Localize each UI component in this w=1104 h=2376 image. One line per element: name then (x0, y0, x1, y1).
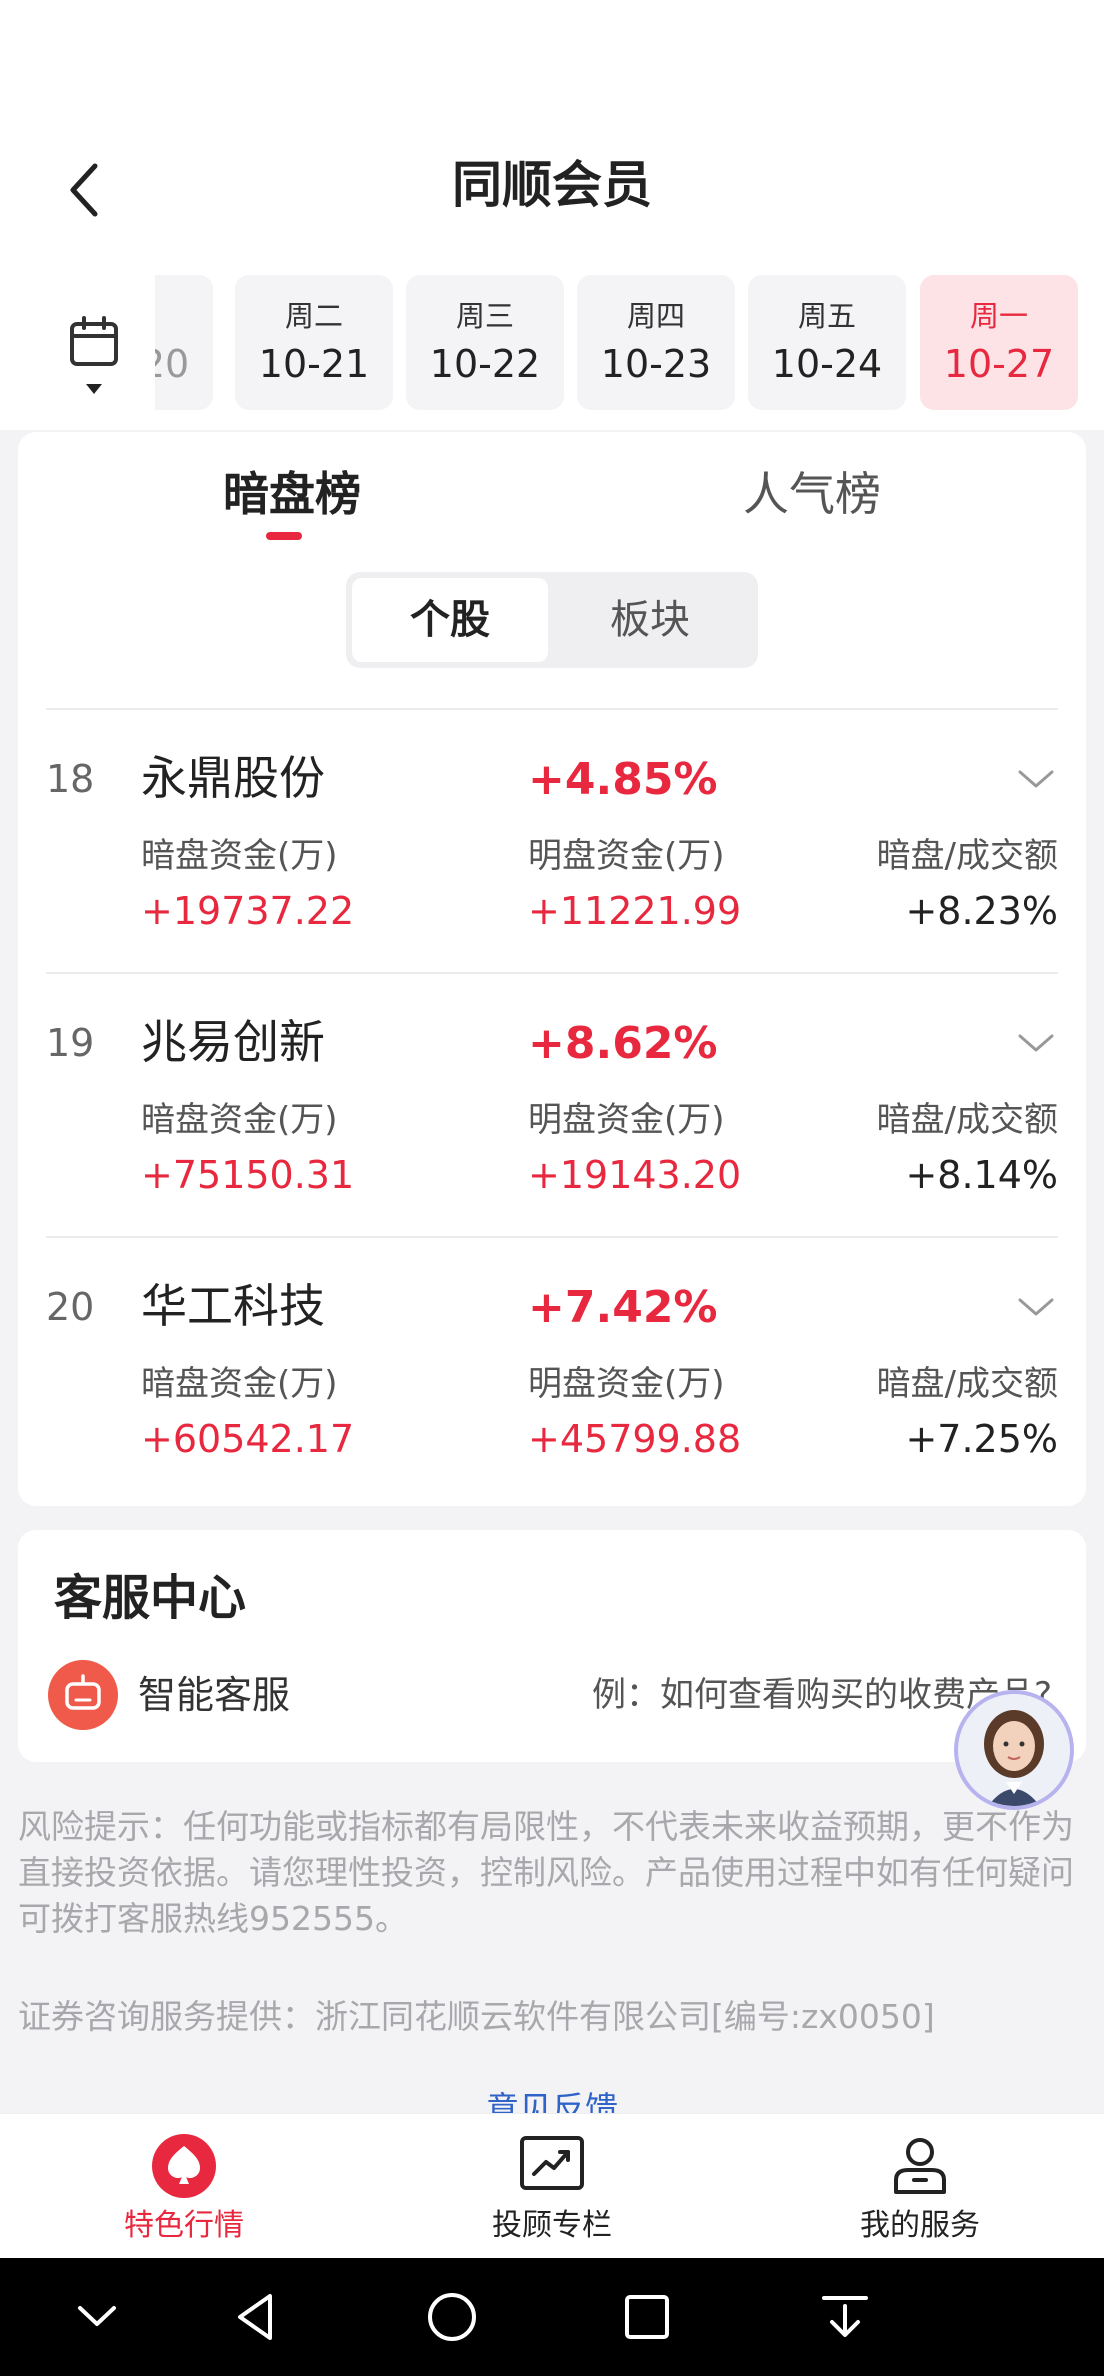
tab-label: 我的服务 (860, 2208, 980, 2243)
ratio-value: +7.25% (905, 1417, 1058, 1461)
active-tab-indicator (266, 532, 302, 540)
ratio-value: +8.14% (905, 1153, 1058, 1197)
market-icon (152, 2134, 216, 2198)
home-circle-icon[interactable] (417, 2282, 487, 2352)
lit-fund-label: 明盘资金(万) (528, 1364, 725, 1404)
date-weekday: 周一 (969, 299, 1028, 333)
stock-row[interactable]: 20 华工科技 +7.42% 暗盘资金(万) 明盘资金(万) 暗盘/成交额 +6… (46, 1236, 1058, 1500)
tab-popularity[interactable]: 人气榜 (743, 462, 881, 526)
lit-fund-value: +19143.20 (528, 1153, 742, 1197)
date-item-10-27[interactable]: 周一 10-27 (920, 275, 1078, 410)
tab-label: 特色行情 (124, 2208, 244, 2243)
ratio-label: 暗盘/成交额 (876, 1100, 1058, 1140)
rank-number: 20 (46, 1285, 95, 1329)
date-day: 10-21 (258, 342, 370, 386)
chevron-down-icon[interactable] (1016, 1024, 1056, 1064)
notification-pull-icon[interactable] (810, 2282, 880, 2352)
lit-fund-value: +45799.88 (528, 1417, 742, 1461)
stock-name: 永鼎股份 (141, 751, 325, 805)
segment-stock[interactable]: 个股 (352, 578, 548, 662)
date-day: 10-20 (155, 342, 190, 386)
stock-row[interactable]: 19 兆易创新 +8.62% 暗盘资金(万) 明盘资金(万) 暗盘/成交额 +7… (46, 972, 1058, 1236)
date-weekday: 周五 (797, 299, 856, 333)
date-weekday: 周四 (626, 299, 685, 333)
user-service-icon (894, 2138, 946, 2194)
customer-service-card: 客服中心 智能客服 例：如何查看购买的收费产品? (18, 1530, 1086, 1762)
ratio-value: +8.23% (905, 889, 1058, 933)
date-item-10-20[interactable]: 一 10-20 (155, 275, 213, 410)
date-day: 10-24 (771, 342, 883, 386)
lit-fund-label: 明盘资金(万) (528, 1100, 725, 1140)
ratio-label: 暗盘/成交额 (876, 836, 1058, 876)
risk-disclaimer: 风险提示：任何功能或指标都有局限性，不代表未来收益预期，更不作为直接投资依据。请… (18, 1807, 1074, 1938)
header: 同顺会员 (0, 130, 1104, 250)
bottom-tab-bar: 特色行情 投顾专栏 我的服务 (0, 2113, 1104, 2258)
date-day: 10-23 (600, 342, 712, 386)
calendar-icon (70, 316, 118, 394)
date-item-10-23[interactable]: 周四 10-23 (577, 275, 735, 410)
change-percent: +4.85% (528, 754, 718, 805)
change-percent: +8.62% (528, 1018, 718, 1069)
stock-name: 华工科技 (141, 1279, 325, 1333)
date-strip[interactable]: 一 10-20 周二 10-21 周三 10-22 周四 10-23 周五 10… (155, 275, 1104, 410)
segment-control: 个股 板块 (346, 572, 758, 668)
chevron-down-icon[interactable] (1016, 760, 1056, 800)
system-nav-bar (0, 2258, 1104, 2376)
stock-row[interactable]: 18 永鼎股份 +4.85% 暗盘资金(万) 明盘资金(万) 暗盘/成交额 +1… (46, 708, 1058, 972)
dark-fund-label: 暗盘资金(万) (141, 1100, 338, 1140)
date-weekday: 一 (155, 299, 213, 333)
chart-trend-icon (520, 2136, 584, 2190)
tab-my-service[interactable]: 我的服务 (736, 2114, 1104, 2259)
recents-square-icon[interactable] (612, 2282, 682, 2352)
rank-number: 19 (46, 1021, 95, 1065)
date-day: 10-22 (429, 342, 541, 386)
tab-market[interactable]: 特色行情 (0, 2114, 368, 2259)
stock-name: 兆易创新 (141, 1015, 325, 1069)
tab-label: 投顾专栏 (492, 2208, 612, 2243)
service-title: 客服中心 (54, 1570, 247, 1626)
change-percent: +7.42% (528, 1282, 718, 1333)
date-item-10-24[interactable]: 周五 10-24 (748, 275, 906, 410)
dark-fund-value: +19737.22 (141, 889, 355, 933)
collapse-icon[interactable] (62, 2282, 132, 2352)
calendar-button[interactable] (60, 310, 130, 410)
ratio-label: 暗盘/成交额 (876, 1364, 1058, 1404)
ranking-card: 暗盘榜 人气榜 个股 板块 18 永鼎股份 +4.85% 暗盘资金(万) 明盘资… (18, 432, 1086, 1506)
dark-fund-label: 暗盘资金(万) (141, 1364, 338, 1404)
tab-dark-pool[interactable]: 暗盘榜 (223, 462, 361, 526)
date-selector: 一 10-20 周二 10-21 周三 10-22 周四 10-23 周五 10… (0, 250, 1104, 430)
page-title: 同顺会员 (452, 156, 652, 214)
back-triangle-icon[interactable] (222, 2282, 292, 2352)
tab-advisor-column[interactable]: 投顾专栏 (368, 2114, 736, 2259)
date-weekday: 周二 (284, 299, 343, 333)
rank-number: 18 (46, 757, 95, 801)
date-day: 10-27 (943, 342, 1055, 386)
status-bar (0, 0, 1104, 130)
dark-fund-value: +75150.31 (141, 1153, 355, 1197)
dark-fund-label: 暗盘资金(万) (141, 836, 338, 876)
segment-sector[interactable]: 板块 (552, 578, 748, 662)
lit-fund-value: +11221.99 (528, 889, 742, 933)
chevron-down-icon[interactable] (1016, 1288, 1056, 1328)
date-item-10-21[interactable]: 周二 10-21 (235, 275, 393, 410)
provider-info: 证券咨询服务提供：浙江同花顺云软件有限公司[编号:zx0050] (18, 1997, 935, 2036)
date-item-10-22[interactable]: 周三 10-22 (406, 275, 564, 410)
date-weekday: 周三 (455, 299, 514, 333)
robot-icon[interactable] (48, 1660, 118, 1730)
lit-fund-label: 明盘资金(万) (528, 836, 725, 876)
smart-service-label[interactable]: 智能客服 (138, 1670, 290, 1720)
dark-fund-value: +60542.17 (141, 1417, 355, 1461)
assistant-avatar-icon[interactable] (954, 1690, 1074, 1810)
